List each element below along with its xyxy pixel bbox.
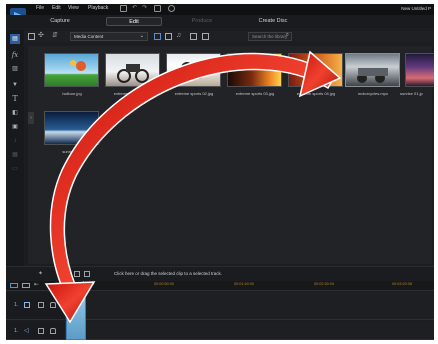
view-grid-icon[interactable] — [190, 33, 197, 40]
thumbnail-label: extreme sports 01.jpg — [113, 91, 153, 96]
thumbnail-label: extreme sports 02.jpg — [174, 91, 214, 96]
ruler-tick: 00:02:30:04 — [314, 282, 335, 286]
lock-icon[interactable] — [50, 328, 56, 334]
menu-edit[interactable]: Edit — [52, 5, 61, 11]
filter-audio-icon[interactable]: ♫ — [176, 32, 183, 39]
undo-icon[interactable]: ↶ — [132, 5, 139, 12]
transition-room-icon[interactable]: ◧ — [10, 108, 20, 118]
trim-icon[interactable] — [84, 271, 90, 277]
voice-over-icon[interactable]: ♪ — [10, 136, 20, 146]
audio-track-icon: ◁ — [24, 328, 29, 334]
thumbnail-extreme-sports-02[interactable] — [166, 53, 221, 87]
track-label: 1. — [14, 328, 19, 334]
thumbnail-motorcycles[interactable] — [345, 53, 400, 87]
title-bar: File Edit View Playback ↶ ↷ New Untitled… — [6, 4, 434, 24]
storyboard-view-icon[interactable] — [74, 271, 80, 277]
timeline-ruler[interactable]: ⇤ 00:00:00:00 00:00:50:00 00:01:40:00 00… — [6, 281, 434, 291]
filter-image-icon[interactable] — [165, 33, 172, 40]
app-window: File Edit View Playback ↶ ↷ New Untitled… — [6, 4, 434, 340]
tab-edit[interactable]: Edit — [106, 17, 162, 26]
dropped-clip[interactable] — [66, 292, 86, 340]
ruler-tick: 00:03:20:06 — [392, 282, 413, 286]
timeline-toolbar: ✦ Click here or drag the selected clip t… — [6, 266, 434, 280]
storyboard-toggle-icon[interactable] — [22, 283, 30, 288]
tab-create-disc[interactable]: Create Disc — [238, 17, 308, 26]
pip-room-icon[interactable]: ▨ — [10, 64, 20, 74]
thumbnail-sunrise[interactable] — [44, 111, 99, 145]
plugins-icon[interactable]: ✣ — [38, 32, 45, 39]
menu-view[interactable]: View — [68, 5, 79, 11]
audio-mixing-icon[interactable]: ▣ — [10, 122, 20, 132]
thumbnail-label: extreme sports 03.jpg — [235, 91, 275, 96]
project-title: New Untitled P — [401, 6, 431, 11]
capture-icon[interactable]: ⇵ — [52, 32, 59, 39]
media-filter-select[interactable]: Media Content ⌄ — [70, 32, 148, 41]
filter-video-icon[interactable] — [154, 33, 161, 40]
chapter-room-icon[interactable]: ▦ — [10, 150, 20, 160]
media-filter-value: Media Content — [74, 34, 104, 39]
enable-track-checkbox[interactable] — [38, 328, 44, 334]
ruler-tick: 00:00:50:00 — [154, 282, 175, 286]
title-room-icon[interactable]: T — [10, 94, 20, 104]
thumbnail-label: sunrise.jpg — [62, 149, 82, 154]
menu-playback[interactable]: Playback — [88, 5, 108, 11]
video-track-header: 1. — [6, 292, 66, 319]
rooms-toolbar: ▤ fx ▨ ▼ T ◧ ▣ ♪ ▦ ▭ — [6, 30, 24, 266]
search-placeholder: Search the library — [252, 34, 288, 39]
chevron-down-icon: ⌄ — [139, 33, 144, 39]
video-track-icon — [24, 302, 30, 308]
import-icon[interactable] — [28, 33, 35, 40]
search-input[interactable]: Search the library ⌕ — [248, 32, 292, 41]
fx-room-icon[interactable]: fx — [10, 50, 20, 60]
thumbnail-sunrise-01[interactable] — [405, 53, 434, 87]
thumbnail-extreme-sports-01[interactable] — [105, 53, 160, 87]
audio-track-header: 1. ◁ — [6, 321, 66, 339]
ruler-tick: 00:01:40:00 — [234, 282, 255, 286]
save-icon[interactable] — [120, 5, 127, 12]
enable-track-checkbox[interactable] — [38, 302, 44, 308]
magic-tools-icon[interactable]: ✦ — [38, 271, 44, 277]
thumbnail-extreme-sports-04[interactable] — [288, 53, 343, 87]
settings-icon[interactable] — [168, 5, 175, 12]
library-toolbar: ✣ ⇵ Media Content ⌄ ♫ Search the library… — [24, 31, 434, 42]
mode-tabs: Capture Edit Produce Create Disc — [6, 15, 434, 28]
thumbnail-label: sunrise 01.jp — [400, 91, 423, 96]
redo-icon[interactable]: ↷ — [142, 5, 149, 12]
thumbnail-label: motorcycles.mpo — [357, 91, 389, 96]
thumbnail-balloon[interactable] — [44, 53, 99, 87]
track-label: 1. — [14, 302, 19, 308]
collapse-panel-handle[interactable]: › — [28, 112, 34, 124]
menu-file[interactable]: File — [36, 5, 44, 11]
tab-capture[interactable]: Capture — [32, 17, 88, 26]
timeline-view-icon[interactable] — [10, 283, 18, 288]
zoom-icon[interactable]: ⇤ — [34, 282, 42, 288]
thumbnail-extreme-sports-03[interactable] — [227, 53, 282, 87]
timeline-hint[interactable]: Click here or drag the selected clip to … — [114, 271, 222, 276]
ruler-tick: 00:00:00:00 — [74, 282, 95, 286]
tab-produce[interactable]: Produce — [174, 17, 230, 26]
media-room-icon[interactable]: ▤ — [10, 34, 20, 44]
explore-view-icon[interactable] — [202, 33, 209, 40]
layout-icon[interactable] — [154, 5, 161, 12]
search-icon: ⌕ — [285, 32, 289, 38]
lock-icon[interactable] — [50, 302, 56, 308]
particle-room-icon[interactable]: ▼ — [10, 80, 20, 90]
thumbnail-label: balloon.jpg — [62, 91, 82, 96]
subtitle-room-icon[interactable]: ▭ — [10, 164, 20, 174]
